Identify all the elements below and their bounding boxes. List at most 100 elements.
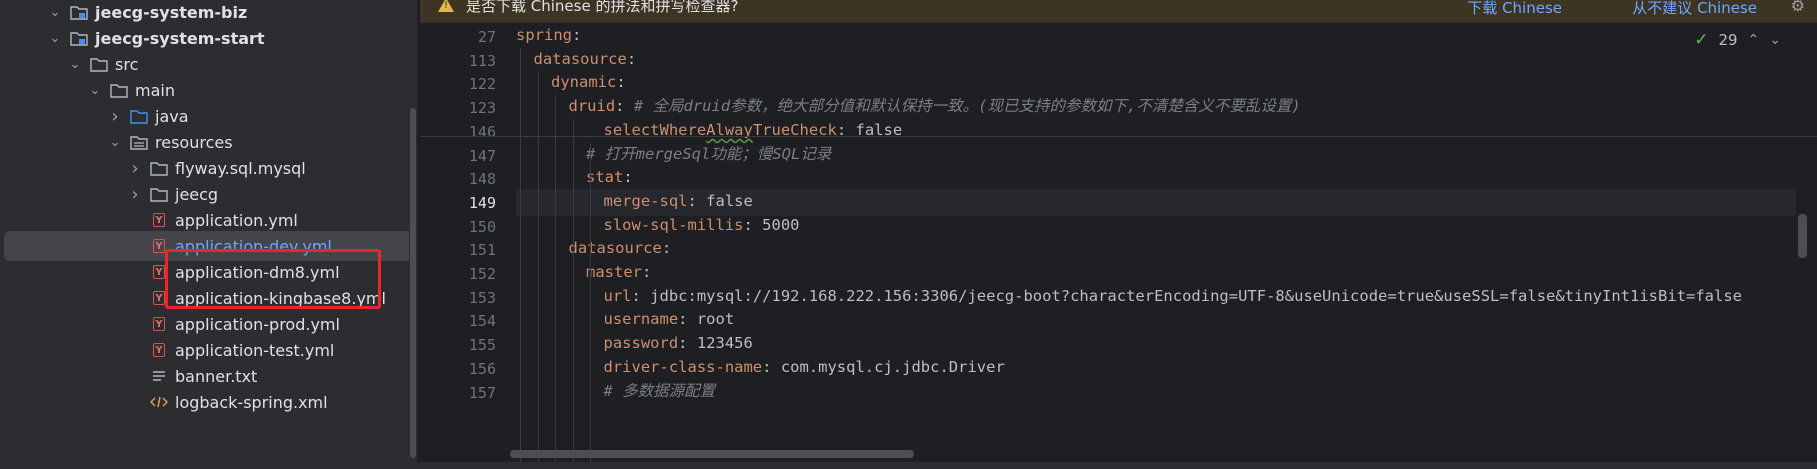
code-area[interactable]: spring: datasource: dynamic: druid: # 全局dru… <box>516 22 1796 469</box>
yaml-separator: : <box>616 73 626 92</box>
yaml-separator: : <box>678 334 697 353</box>
line-number: 148 <box>468 170 496 189</box>
yaml-file-icon: Y <box>150 316 168 332</box>
project-tree: ⌄ jeecg-system-biz ⌄ jeecg-system-start ⌄ src… <box>0 0 410 469</box>
download-chinese-link[interactable]: 下载 Chinese <box>1467 0 1562 18</box>
yaml-separator: : <box>631 286 651 305</box>
code-editor[interactable]: ! 是否下载 Chinese 的拼法和拼写检查器? 下载 Chinese 从不建… <box>420 0 1817 469</box>
tree-item[interactable]: ›logback-spring.xml <box>0 387 410 417</box>
yaml-value: root <box>696 310 735 329</box>
tree-item-label: jeecg-system-start <box>95 28 265 48</box>
indent-guide <box>572 118 574 469</box>
yaml-file-icon: Y <box>150 264 168 280</box>
yaml-key: spring <box>516 26 572 44</box>
chevron-right-icon[interactable]: › <box>128 158 142 179</box>
yaml-key: stat <box>586 168 624 187</box>
line-number: 153 <box>468 288 496 307</box>
chevron-up-icon[interactable]: ⌃ <box>1748 32 1760 48</box>
module-folder-icon <box>70 4 88 20</box>
yaml-key: datasource <box>533 49 627 68</box>
yaml-key: password <box>603 334 679 353</box>
yaml-comment: # 打开mergeSql功能；慢SQL记录 <box>586 144 832 163</box>
tree-item-label: logback-spring.xml <box>175 392 328 412</box>
folder-icon <box>110 82 128 98</box>
indent-guide <box>520 47 521 469</box>
line-number: 151 <box>468 241 496 260</box>
code-line[interactable]: # 多数据源配置 <box>604 378 716 405</box>
line-number: 147 <box>468 146 496 165</box>
tree-item-label: jeecg <box>175 184 219 204</box>
text-file-icon <box>150 368 168 384</box>
banner-message: 是否下载 Chinese 的拼法和拼写检查器? <box>466 0 739 15</box>
tree-item-label: jeecg-system-biz <box>95 2 248 22</box>
tree-item-label: application-kingbase8.yml <box>175 288 386 308</box>
yaml-key: username <box>603 310 679 329</box>
yaml-key: merge-sql <box>603 191 688 210</box>
line-number: 155 <box>468 336 496 355</box>
yaml-separator: : <box>572 26 582 44</box>
line-number: 156 <box>468 359 496 378</box>
checkmark-icon: ✓ <box>1694 30 1709 50</box>
yaml-key: slow-sql-millis <box>603 215 744 234</box>
yaml-key: datasource <box>568 239 662 258</box>
line-number: 152 <box>468 265 496 283</box>
chevron-down-icon[interactable]: ⌄ <box>108 135 122 150</box>
yaml-key: master <box>586 263 642 281</box>
tree-item-label: banner.txt <box>175 366 258 386</box>
yaml-file-icon: Y <box>150 342 168 358</box>
line-number: 27 <box>477 28 496 46</box>
chevron-right-icon[interactable]: › <box>108 106 122 127</box>
tree-item-label: application-test.yml <box>175 340 335 360</box>
chevron-down-icon[interactable]: ⌄ <box>1769 32 1781 48</box>
bottom-status-strip <box>0 462 1817 469</box>
yaml-key: druid <box>568 97 616 116</box>
project-tree-scrollbar-thumb[interactable] <box>410 108 416 458</box>
tree-item-label: application-dm8.yml <box>175 262 340 282</box>
yaml-key: driver-class-name <box>603 357 763 376</box>
chevron-down-icon[interactable]: ⌄ <box>48 5 62 20</box>
yaml-key: dynamic <box>551 73 617 92</box>
tree-item-label: java <box>155 106 189 126</box>
chevron-right-icon[interactable]: › <box>128 184 142 205</box>
yaml-value: com.mysql.cj.jdbc.Driver <box>780 357 1005 376</box>
tree-item-label: flyway.sql.mysql <box>175 158 306 178</box>
inspection-widget[interactable]: ✓ 29 ⌃ ⌄ <box>1694 30 1781 50</box>
line-number: 157 <box>468 383 496 402</box>
folder-icon <box>90 56 108 72</box>
gear-icon[interactable]: ⚙ <box>1791 0 1805 15</box>
yaml-separator: : <box>678 310 697 329</box>
xml-file-icon <box>150 394 168 410</box>
indent-guide <box>537 71 539 469</box>
tree-item-label: application-prod.yml <box>175 314 340 334</box>
yaml-value: jdbc:mysql://192.168.222.156:3306/jeecg-… <box>650 286 1742 305</box>
yaml-separator: : <box>743 215 763 234</box>
warning-icon: ! <box>438 0 454 12</box>
yaml-value: false <box>706 191 753 210</box>
sticky-lines-separator <box>420 136 1817 137</box>
code-line[interactable]: url: jdbc:mysql://192.168.222.156:3306/j… <box>604 283 1743 310</box>
spellcheck-notification-banner: ! 是否下载 Chinese 的拼法和拼写检查器? 下载 Chinese 从不建… <box>420 0 1817 23</box>
editor-horizontal-scrollbar-thumb[interactable] <box>510 450 914 458</box>
yaml-value: 5000 <box>762 215 800 234</box>
yaml-comment: # 全局druid参数，绝大部分值和默认保持一致。(现已支持的参数如下,不清楚含… <box>633 97 1301 116</box>
never-suggest-chinese-link[interactable]: 从不建议 Chinese <box>1632 0 1757 18</box>
module-folder-icon <box>70 30 88 46</box>
yaml-file-icon: Y <box>150 238 168 254</box>
tree-item-label: application.yml <box>175 210 298 230</box>
yaml-file-icon: Y <box>150 212 168 228</box>
line-number: 150 <box>468 217 496 236</box>
tree-item-label: src <box>115 54 139 74</box>
line-number: 146 <box>468 122 496 141</box>
chevron-down-icon[interactable]: ⌄ <box>88 83 102 98</box>
chevron-down-icon[interactable]: ⌄ <box>68 57 82 72</box>
tree-item-label: application-dev.yml <box>175 236 332 256</box>
source-folder-icon <box>130 108 148 124</box>
chevron-down-icon[interactable]: ⌄ <box>48 31 62 46</box>
editor-vertical-scrollbar-thumb[interactable] <box>1798 214 1807 258</box>
yaml-value: 123456 <box>696 334 753 353</box>
tree-item-label: main <box>135 80 175 100</box>
line-number: 154 <box>468 312 496 331</box>
line-number-gutter: 27 113 122 123 146 147 148 149 150 151 152 153 154 15… <box>420 22 510 469</box>
yaml-separator: : <box>615 97 634 116</box>
folder-icon <box>150 160 168 176</box>
